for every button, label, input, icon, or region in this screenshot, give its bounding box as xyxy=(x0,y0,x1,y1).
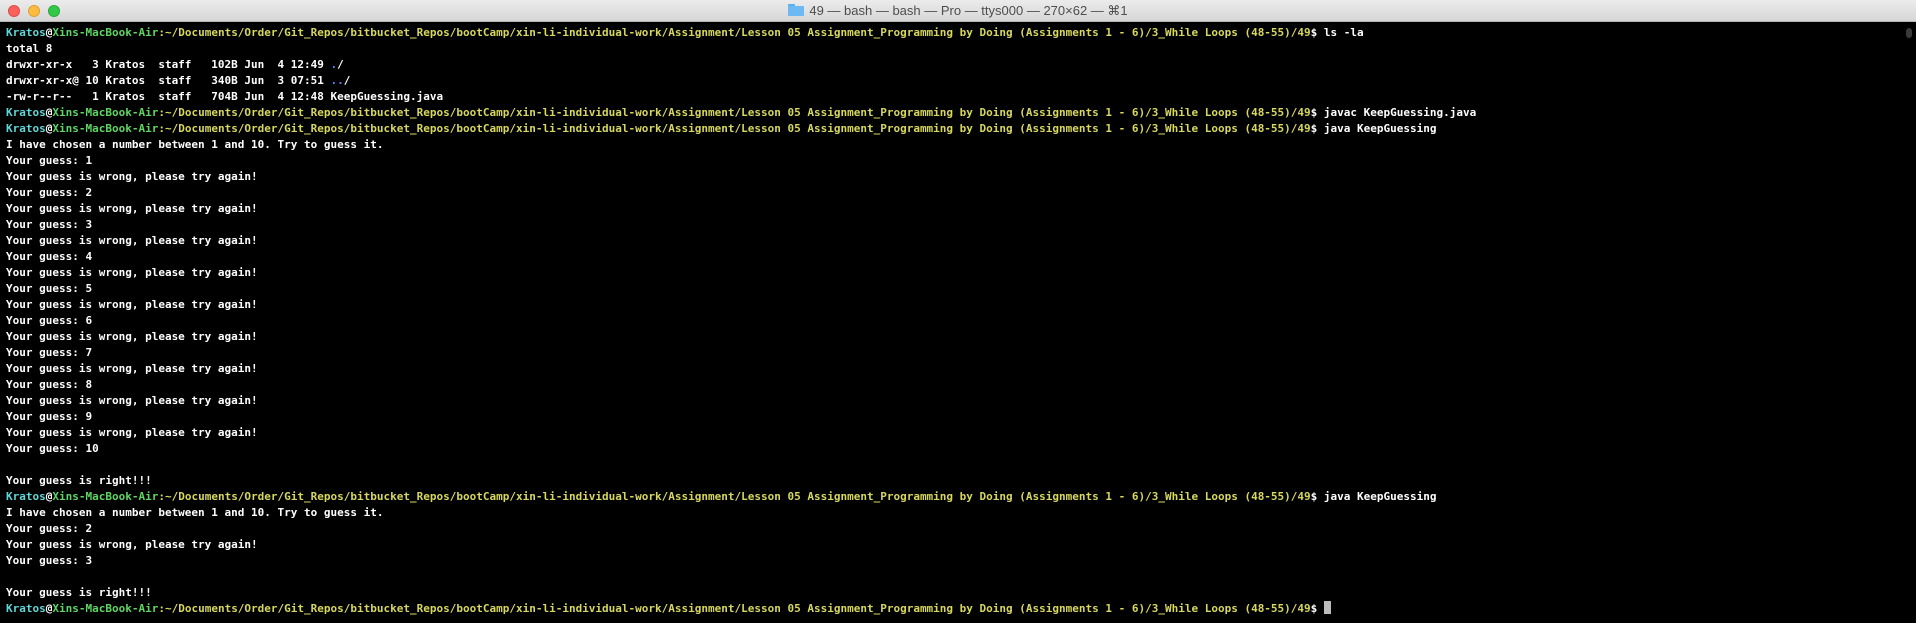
output-line: I have chosen a number between 1 and 10.… xyxy=(6,506,384,519)
ls-entry-line: drwxr-xr-x 3 Kratos staff 102B Jun 4 12:… xyxy=(6,57,1896,73)
output-line: Your guess: 3 xyxy=(6,218,93,231)
output-line: Your guess is wrong, please try again! xyxy=(6,266,258,279)
output-line: Your guess is wrong, please try again! xyxy=(6,234,258,247)
prompt-line: Kratos@Xins-MacBook-Air:~/Documents/Orde… xyxy=(6,121,1896,137)
output-line: Your guess is right!!! xyxy=(6,474,152,487)
scrollbar-thumb[interactable] xyxy=(1906,28,1912,38)
output-line: Your guess is wrong, please try again! xyxy=(6,394,258,407)
output-line: Your guess: 1 xyxy=(6,154,93,167)
folder-icon xyxy=(788,4,805,16)
terminal-output[interactable]: Kratos@Xins-MacBook-Air:~/Documents/Orde… xyxy=(6,25,1896,621)
ls-directory-slash: / xyxy=(337,58,344,71)
prompt-path: :~/Documents/Order/Git_Repos/bitbucket_R… xyxy=(158,602,1311,615)
prompt-path: :~/Documents/Order/Git_Repos/bitbucket_R… xyxy=(158,122,1311,135)
output-line: Your guess is wrong, please try again! xyxy=(6,330,258,343)
ls-entry-info: drwxr-xr-x 3 Kratos staff 102B Jun 4 12:… xyxy=(6,58,331,71)
ls-directory-slash: / xyxy=(343,74,351,87)
output-line: Your guess: 2 xyxy=(6,522,93,535)
command-text: java KeepGuessing xyxy=(1323,122,1437,135)
prompt-user: Kratos xyxy=(6,26,46,39)
prompt-dollar: $ xyxy=(1310,490,1324,503)
prompt-dollar: $ xyxy=(1310,26,1324,39)
prompt-path: :~/Documents/Order/Git_Repos/bitbucket_R… xyxy=(158,490,1311,503)
output-line: Your guess: 10 xyxy=(6,442,99,455)
prompt-line: Kratos@Xins-MacBook-Air:~/Documents/Orde… xyxy=(6,489,1896,505)
command-text: java KeepGuessing xyxy=(1323,490,1437,503)
prompt-dollar: $ xyxy=(1310,602,1324,615)
output-line: Your guess is wrong, please try again! xyxy=(6,298,258,311)
prompt-host: Xins-MacBook-Air xyxy=(52,106,159,119)
output-line: Your guess: 2 xyxy=(6,186,93,199)
output-line: I have chosen a number between 1 and 10.… xyxy=(6,138,384,151)
prompt-host: Xins-MacBook-Air xyxy=(52,26,159,39)
output-line: -rw-r--r-- 1 Kratos staff 704B Jun 4 12:… xyxy=(6,90,444,103)
command-text: javac KeepGuessing.java xyxy=(1323,106,1477,119)
ls-entry-line: drwxr-xr-x@ 10 Kratos staff 340B Jun 3 0… xyxy=(6,73,1896,89)
command-text: ls -la xyxy=(1323,26,1364,39)
output-line: Your guess: 3 xyxy=(6,554,93,567)
prompt-line: Kratos@Xins-MacBook-Air:~/Documents/Orde… xyxy=(6,601,1896,617)
output-line: Your guess: 4 xyxy=(6,250,93,263)
output-line: Your guess: 5 xyxy=(6,282,93,295)
output-line: Your guess is wrong, please try again! xyxy=(6,362,258,375)
prompt-line: Kratos@Xins-MacBook-Air:~/Documents/Orde… xyxy=(6,25,1896,41)
output-line: Your guess is right!!! xyxy=(6,586,152,599)
prompt-host: Xins-MacBook-Air xyxy=(52,122,159,135)
output-line: Your guess is wrong, please try again! xyxy=(6,426,258,439)
output-line: Your guess is wrong, please try again! xyxy=(6,538,258,551)
scrollbar[interactable] xyxy=(1902,22,1916,623)
prompt-dollar: $ xyxy=(1310,122,1324,135)
prompt-path: :~/Documents/Order/Git_Repos/bitbucket_R… xyxy=(158,26,1311,39)
title-bar[interactable]: 49 — bash — bash — Pro — ttys000 — 270×6… xyxy=(0,0,1916,22)
prompt-user: Kratos xyxy=(6,490,46,503)
prompt-user: Kratos xyxy=(6,602,46,615)
terminal-window: 49 — bash — bash — Pro — ttys000 — 270×6… xyxy=(0,0,1916,623)
output-line: Your guess is wrong, please try again! xyxy=(6,202,258,215)
prompt-line: Kratos@Xins-MacBook-Air:~/Documents/Orde… xyxy=(6,105,1896,121)
ls-entry-info: drwxr-xr-x@ 10 Kratos staff 340B Jun 3 0… xyxy=(6,74,331,87)
output-line: Your guess: 8 xyxy=(6,378,93,391)
output-line: Your guess: 9 xyxy=(6,410,93,423)
output-line: Your guess: 7 xyxy=(6,346,93,359)
ls-directory-name: .. xyxy=(330,74,344,87)
text-cursor xyxy=(1323,601,1331,614)
prompt-host: Xins-MacBook-Air xyxy=(52,490,159,503)
prompt-user: Kratos xyxy=(6,106,46,119)
prompt-user: Kratos xyxy=(6,122,46,135)
window-title-text: 49 — bash — bash — Pro — ttys000 — 270×6… xyxy=(809,3,1128,18)
output-line: Your guess is wrong, please try again! xyxy=(6,170,258,183)
prompt-dollar: $ xyxy=(1310,106,1324,119)
output-line: total 8 xyxy=(6,42,53,55)
prompt-path: :~/Documents/Order/Git_Repos/bitbucket_R… xyxy=(158,106,1311,119)
prompt-host: Xins-MacBook-Air xyxy=(52,602,159,615)
output-line: Your guess: 6 xyxy=(6,314,93,327)
window-title: 49 — bash — bash — Pro — ttys000 — 270×6… xyxy=(0,0,1916,22)
